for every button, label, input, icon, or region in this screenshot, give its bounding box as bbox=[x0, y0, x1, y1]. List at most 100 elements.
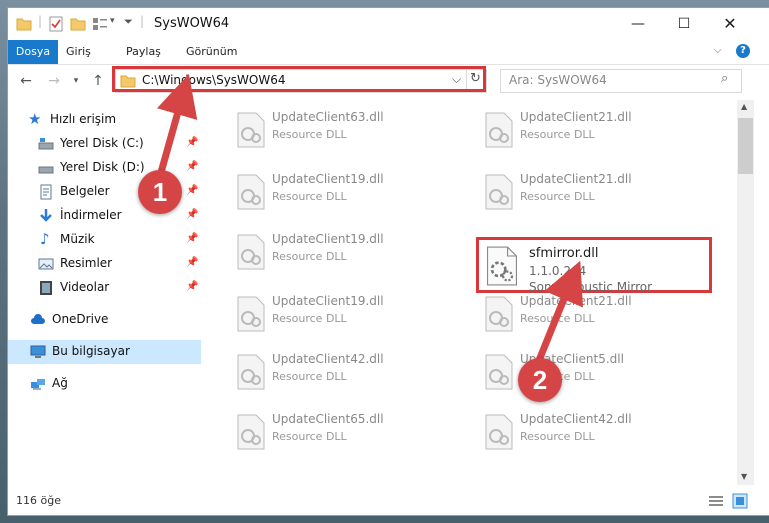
list-item[interactable]: UpdateClient21.dll Resource DLL bbox=[474, 292, 704, 338]
computer-icon bbox=[30, 345, 46, 358]
network-icon bbox=[31, 379, 45, 390]
sidebar-item-this-pc[interactable]: Bu bilgisayar bbox=[8, 340, 201, 364]
pin-icon[interactable]: 📌 bbox=[186, 185, 198, 196]
title-bar: | ▾ ⏷ | SysWOW64 — ☐ ✕ bbox=[8, 8, 769, 40]
dll-file-icon bbox=[485, 296, 513, 332]
file-description: Sony Acoustic Mirror bbox=[529, 280, 653, 294]
file-name: UpdateClient42.dll bbox=[272, 352, 384, 366]
forward-icon[interactable]: → bbox=[44, 71, 64, 91]
navigation-pane: ★ Hızlı erişim Yerel Disk (C:) 📌 Yerel D… bbox=[8, 100, 201, 485]
file-type: Resource DLL bbox=[272, 370, 347, 383]
drive-icon bbox=[38, 138, 54, 150]
recent-locations-icon[interactable]: ▾ bbox=[66, 71, 86, 91]
customize-toolbar-icon[interactable]: ⏷ bbox=[124, 15, 133, 29]
tab-home[interactable]: Giriş bbox=[66, 40, 91, 64]
list-item[interactable]: UpdateClient65.dll Resource DLL bbox=[226, 410, 456, 456]
dll-file-icon bbox=[237, 414, 265, 450]
address-path[interactable]: C:\Windows\SysWOW64 bbox=[142, 73, 286, 87]
tab-share[interactable]: Paylaş bbox=[126, 40, 161, 64]
pin-icon[interactable]: 📌 bbox=[186, 281, 198, 292]
tab-file[interactable]: Dosya bbox=[8, 40, 58, 64]
sidebar-item-quick-access[interactable]: ★ Hızlı erişim bbox=[8, 108, 201, 132]
scrollbar-thumb[interactable] bbox=[738, 118, 753, 174]
ribbon: Dosya Giriş Paylaş Görünüm ⌵ ? bbox=[8, 40, 769, 65]
search-icon[interactable]: ⌕ bbox=[721, 71, 728, 86]
sidebar-item-network[interactable]: Ağ bbox=[8, 372, 201, 396]
dll-file-icon bbox=[237, 112, 265, 148]
address-row: ← → ▾ ↑ C:\Windows\SysWOW64 ⌵ ↻ Ara: Sys… bbox=[8, 65, 769, 97]
refresh-icon[interactable]: ↻ bbox=[470, 71, 481, 86]
file-type: Resource DLL bbox=[272, 430, 347, 443]
pin-icon[interactable]: 📌 bbox=[186, 257, 198, 268]
file-version: 1.1.0.244 bbox=[529, 264, 587, 278]
documents-icon bbox=[40, 184, 52, 200]
address-bar[interactable]: C:\Windows\SysWOW64 ⌵ ↻ bbox=[115, 69, 487, 93]
scroll-down-icon[interactable]: ▼ bbox=[741, 472, 747, 481]
dll-file-icon bbox=[487, 246, 517, 286]
cloud-icon bbox=[31, 314, 45, 324]
list-item[interactable]: UpdateClient21.dll Resource DLL bbox=[474, 108, 704, 154]
list-item[interactable]: UpdateClient19.dll Resource DLL bbox=[226, 170, 456, 216]
window-title: SysWOW64 bbox=[154, 16, 230, 31]
file-type: Resource DLL bbox=[272, 250, 347, 263]
sidebar-item-videos[interactable]: Videolar 📌 bbox=[8, 276, 201, 300]
chevron-down-icon[interactable]: ⌵ bbox=[452, 72, 461, 87]
pin-icon[interactable]: 📌 bbox=[186, 161, 198, 172]
sidebar-item-label: Belgeler bbox=[60, 184, 110, 198]
videos-icon bbox=[40, 281, 52, 295]
sidebar-item-local-disk-c[interactable]: Yerel Disk (C:) 📌 bbox=[8, 132, 201, 156]
file-type: Resource DLL bbox=[520, 128, 595, 141]
dll-file-icon bbox=[237, 234, 265, 270]
folder-icon bbox=[120, 75, 136, 88]
callout-badge-one: 1 bbox=[138, 170, 182, 214]
dll-file-icon bbox=[485, 354, 513, 390]
separator: | bbox=[38, 14, 43, 28]
vertical-scrollbar[interactable]: ▲ ▼ bbox=[737, 100, 754, 485]
file-name: UpdateClient63.dll bbox=[272, 110, 384, 124]
chevron-down-icon[interactable]: ▾ bbox=[110, 16, 115, 26]
pictures-icon bbox=[38, 258, 54, 270]
properties-icon[interactable] bbox=[48, 16, 64, 32]
drive-icon bbox=[38, 166, 54, 174]
file-name: UpdateClient65.dll bbox=[272, 412, 384, 426]
search-input[interactable]: Ara: SysWOW64 bbox=[509, 73, 607, 87]
file-name: UpdateClient21.dll bbox=[520, 172, 632, 186]
file-name: UpdateClient19.dll bbox=[272, 232, 384, 246]
list-item[interactable]: UpdateClient19.dll Resource DLL bbox=[226, 292, 456, 338]
list-item[interactable]: UpdateClient42.dll Resource DLL bbox=[474, 410, 704, 456]
list-item[interactable]: UpdateClient63.dll Resource DLL bbox=[226, 108, 456, 154]
tab-view[interactable]: Görünüm bbox=[186, 40, 237, 64]
expand-ribbon-icon[interactable]: ⌵ bbox=[714, 45, 722, 56]
pin-icon[interactable]: 📌 bbox=[186, 233, 198, 244]
minimize-button[interactable]: — bbox=[615, 8, 661, 40]
help-icon[interactable]: ? bbox=[736, 44, 750, 58]
list-item[interactable]: UpdateClient5.dll Resource DLL bbox=[474, 350, 704, 396]
file-name: UpdateClient21.dll bbox=[520, 294, 632, 308]
search-box[interactable]: Ara: SysWOW64 ⌕ bbox=[500, 69, 742, 93]
featured-file-tile[interactable]: sfmirror.dll 1.1.0.244 Sony Acoustic Mir… bbox=[476, 237, 712, 294]
item-count: 116 öğe bbox=[16, 494, 61, 507]
download-icon bbox=[40, 209, 52, 222]
pin-icon[interactable]: 📌 bbox=[186, 209, 198, 220]
maximize-button[interactable]: ☐ bbox=[661, 8, 707, 40]
sidebar-item-onedrive[interactable]: OneDrive bbox=[8, 308, 201, 332]
new-folder-icon[interactable] bbox=[70, 16, 86, 32]
sidebar-item-pictures[interactable]: Resimler 📌 bbox=[8, 252, 201, 276]
pin-icon[interactable]: 📌 bbox=[186, 137, 198, 148]
file-type: Resource DLL bbox=[272, 128, 347, 141]
list-item[interactable]: UpdateClient19.dll Resource DLL bbox=[226, 230, 456, 276]
list-item[interactable]: UpdateClient21.dll Resource DLL bbox=[474, 170, 704, 216]
file-type: Resource DLL bbox=[272, 312, 347, 325]
dll-file-icon bbox=[237, 354, 265, 390]
list-item[interactable]: UpdateClient42.dll Resource DLL bbox=[226, 350, 456, 396]
large-icons-view-icon[interactable] bbox=[732, 493, 748, 509]
close-button[interactable]: ✕ bbox=[707, 8, 753, 40]
details-view-icon[interactable] bbox=[708, 495, 724, 507]
back-icon[interactable]: ← bbox=[16, 71, 36, 91]
sidebar-item-label: Ağ bbox=[52, 376, 68, 390]
scroll-up-icon[interactable]: ▲ bbox=[741, 102, 747, 111]
up-icon[interactable]: ↑ bbox=[88, 71, 108, 91]
view-options-icon[interactable] bbox=[92, 16, 108, 32]
sidebar-item-label: Hızlı erişim bbox=[50, 112, 117, 126]
sidebar-item-music[interactable]: ♪ Müzik 📌 bbox=[8, 228, 201, 252]
